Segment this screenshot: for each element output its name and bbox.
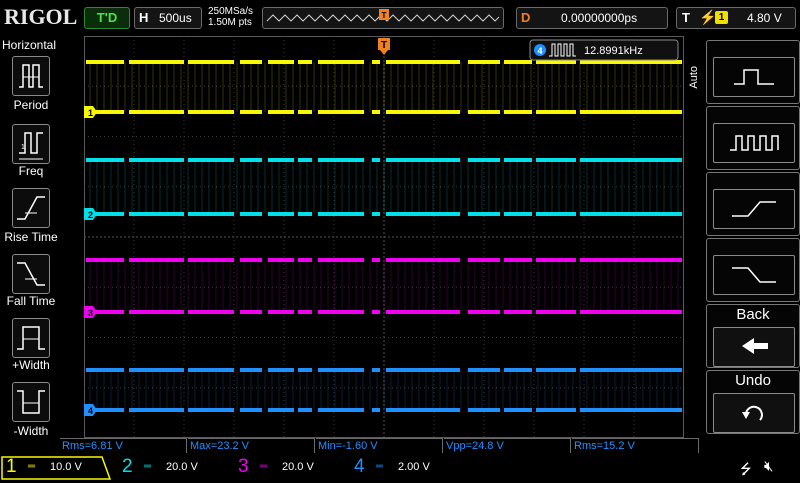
softkey-menu: Auto Back Undo — [684, 36, 800, 456]
frequency-counter: 4 12.8991kHz — [529, 39, 679, 61]
memory-overview-bar[interactable]: T — [262, 7, 504, 29]
waveform-display[interactable]: 1 2 3 4 T 4 12.8991kHz — [84, 36, 684, 438]
delay-key: D — [521, 10, 531, 25]
back-arrow-icon — [742, 338, 768, 354]
rising-edge-icon — [732, 201, 776, 217]
menu-title: Horizontal — [2, 38, 57, 52]
back-button[interactable]: Back — [706, 304, 800, 368]
trigger-edge-icon: ⚡ — [699, 9, 717, 25]
channel-marker-label: 4 — [88, 406, 93, 416]
channel-scale: 20.0 V — [282, 461, 314, 473]
rise-time-button[interactable] — [12, 188, 50, 228]
brand-logo: RIGOL — [4, 4, 78, 29]
measurement-item[interactable]: Max=23.2 V — [188, 438, 315, 453]
freq-label: Freq — [18, 164, 44, 178]
channel-number: 2 — [122, 456, 133, 477]
fall-time-label: Fall Time — [6, 294, 56, 308]
measurement-bar: Rms=6.81 V Max=23.2 V Min=-1.60 V Vpp=24… — [60, 438, 700, 454]
negative-width-label: -Width — [13, 424, 49, 438]
channel-number: 1 — [6, 456, 17, 477]
undo-icon — [742, 405, 763, 421]
channel-3-tab[interactable]: 3 ═ 20.0 V — [232, 456, 344, 480]
channel-number: 3 — [238, 456, 249, 477]
single-pulse-icon — [734, 69, 774, 85]
horizontal-measure-menu: Horizontal Period 1 Freq Rise Time Fall … — [0, 36, 62, 456]
channel-number: 4 — [354, 456, 365, 477]
coupling-icon: ═ — [376, 461, 384, 472]
channel-marker: 3 — [84, 306, 97, 318]
channel-marker-label: 1 — [88, 108, 93, 118]
counter-value: 12.8991kHz — [584, 45, 643, 57]
measurement-item[interactable]: Rms=15.2 V — [572, 438, 699, 453]
channel-scale: 20.0 V — [166, 461, 198, 473]
pulse-train-icon — [730, 135, 779, 151]
delay-value: 0.00000000ps — [561, 11, 638, 25]
memory-overview-waveform: T — [266, 9, 500, 22]
channel-2-tab[interactable]: 2 ═ 20.0 V — [116, 456, 228, 480]
undo-label: Undo — [735, 372, 771, 389]
period-label: Period — [13, 98, 49, 112]
freq-icon: 1 — [19, 132, 43, 160]
undo-button[interactable]: Undo — [706, 370, 800, 434]
freq-button[interactable]: 1 — [12, 124, 50, 164]
measurement-item[interactable]: Rms=6.81 V — [60, 438, 187, 453]
positive-width-button[interactable] — [12, 318, 50, 358]
trigger-source: 1 — [715, 11, 728, 24]
speaker-mute-icon[interactable]: 🔇︎ — [764, 458, 773, 475]
single-pulse-button[interactable] — [706, 40, 800, 104]
svg-text:1: 1 — [21, 144, 25, 151]
back-label: Back — [736, 306, 770, 323]
period-button[interactable] — [12, 56, 50, 96]
period-icon — [19, 64, 43, 88]
status-bar: RIGOL T'D H 500us 250MSa/s 1.50M pts T D… — [0, 0, 800, 36]
trigger-time-marker: T — [378, 38, 390, 55]
counter-channel: 4 — [537, 46, 542, 56]
negative-width-button[interactable] — [12, 382, 50, 422]
trigger-key: T — [682, 10, 690, 25]
falling-edge-button[interactable] — [706, 238, 800, 302]
coupling-icon: ═ — [260, 461, 268, 472]
channel-4-tab[interactable]: 4 ═ 2.00 V — [348, 456, 460, 480]
channel-marker-label: 2 — [88, 210, 93, 220]
channel-marker: 4 — [84, 404, 97, 416]
coupling-icon: ═ — [28, 461, 36, 472]
channel-scale: 10.0 V — [50, 461, 82, 473]
positive-width-label: +Width — [12, 358, 50, 372]
channel-scale: 2.00 V — [398, 461, 430, 473]
trigger-level: 4.80 V — [747, 11, 782, 25]
trigger-status-badge[interactable]: T'D — [84, 7, 130, 29]
trigger-mode: Auto — [688, 66, 700, 89]
channel-marker: 1 — [84, 106, 97, 118]
timebase-box[interactable]: H 500us — [134, 7, 202, 29]
channel-marker-label: 3 — [88, 308, 93, 318]
fall-time-icon — [17, 262, 45, 286]
horizontal-key: H — [139, 10, 149, 25]
channel-1-tab[interactable]: 1 ═ 10.0 V — [0, 456, 112, 480]
channel-marker: 2 — [84, 208, 97, 220]
positive-width-icon — [17, 326, 45, 350]
pulse-train-button[interactable] — [706, 106, 800, 170]
measurement-item[interactable]: Vpp=24.8 V — [444, 438, 571, 453]
sample-rate: 250MSa/s — [208, 6, 254, 17]
negative-width-icon — [17, 390, 45, 414]
svg-text:T: T — [381, 40, 387, 51]
timebase-value: 500us — [159, 11, 192, 25]
rising-edge-button[interactable] — [706, 172, 800, 236]
usb-icon: ⭍ — [740, 461, 752, 477]
coupling-icon: ═ — [144, 461, 152, 472]
memory-depth: 1.50M pts — [208, 17, 252, 28]
fall-time-button[interactable] — [12, 254, 50, 294]
trigger-box[interactable]: T ⚡ 1 4.80 V — [676, 7, 796, 29]
acquisition-info: 250MSa/s 1.50M pts — [208, 6, 253, 28]
measurement-item[interactable]: Min=-1.60 V — [316, 438, 443, 453]
svg-text:T: T — [382, 11, 387, 20]
rise-time-label: Rise Time — [4, 230, 58, 244]
channel-bar: 1 ═ 10.0 V 2 ═ 20.0 V 3 ═ 20.0 V 4 ═ 2.0… — [0, 456, 800, 480]
falling-edge-icon — [732, 267, 776, 283]
rise-time-icon — [17, 196, 45, 220]
delay-box[interactable]: D 0.00000000ps — [516, 7, 668, 29]
